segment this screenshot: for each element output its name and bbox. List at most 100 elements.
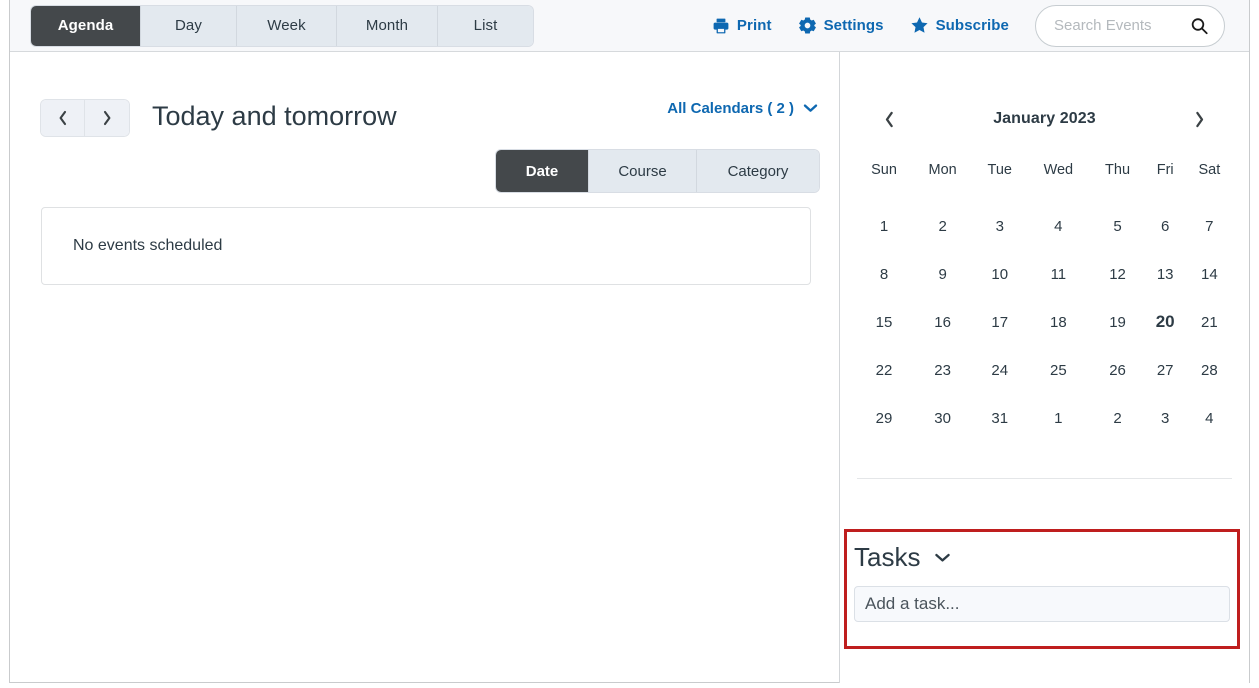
mini-calendar-day[interactable]: 30 xyxy=(912,394,973,442)
sidebar-divider xyxy=(857,478,1232,479)
mini-calendar-day[interactable]: 7 xyxy=(1186,202,1233,250)
top-toolbar: Agenda Day Week Month List Print Setting… xyxy=(10,0,1249,52)
mini-calendar-day[interactable]: 6 xyxy=(1145,202,1186,250)
weekday-header-row: Sun Mon Tue Wed Thu Fri Sat xyxy=(856,162,1233,202)
tab-day-label: Day xyxy=(175,17,202,34)
tab-list-label: List xyxy=(473,17,498,34)
agenda-header: Today and tomorrow xyxy=(10,52,839,136)
mini-calendar-week-row: 15 16 17 18 19 20 21 xyxy=(856,298,1233,346)
tab-agenda[interactable]: Agenda xyxy=(31,5,141,46)
mini-calendar-day[interactable]: 3 xyxy=(973,202,1026,250)
add-task-input[interactable] xyxy=(855,587,1229,621)
subscribe-label: Subscribe xyxy=(935,17,1009,34)
mini-calendar-day[interactable]: 17 xyxy=(973,298,1026,346)
mini-calendar-day[interactable]: 16 xyxy=(912,298,973,346)
mini-calendar-day[interactable]: 22 xyxy=(856,346,912,394)
weekday-sun: Sun xyxy=(871,162,897,178)
mini-calendar-day[interactable]: 28 xyxy=(1186,346,1233,394)
mini-calendar-week-row: 1234567 xyxy=(856,202,1233,250)
mini-calendar-day[interactable]: 4 xyxy=(1026,202,1090,250)
mini-calendar-day[interactable]: 8 xyxy=(856,250,912,298)
next-period-button[interactable] xyxy=(85,100,129,136)
mini-calendar-day[interactable]: 4 xyxy=(1186,394,1233,442)
mini-calendar-week-row: 8 9 10 11 12 13 14 xyxy=(856,250,1233,298)
add-task-field[interactable] xyxy=(854,586,1230,622)
mini-calendar-day[interactable]: 14 xyxy=(1186,250,1233,298)
mini-calendar-month-label: January 2023 xyxy=(993,110,1096,127)
mini-calendar: January 2023 Sun Mon Tue Wed Thu Fri Sat… xyxy=(840,52,1249,442)
tasks-header: Tasks xyxy=(847,532,1237,573)
page-title: Today and tomorrow xyxy=(152,101,397,131)
search-events-box[interactable] xyxy=(1035,4,1225,47)
previous-period-button[interactable] xyxy=(41,100,85,136)
tasks-panel: Tasks xyxy=(844,529,1240,649)
tab-group-course[interactable]: Course xyxy=(589,150,697,192)
tab-group-date[interactable]: Date xyxy=(496,150,589,192)
mini-calendar-day[interactable]: 25 xyxy=(1026,346,1090,394)
mini-calendar-day[interactable]: 24 xyxy=(973,346,1026,394)
tab-group-course-label: Course xyxy=(618,162,667,180)
all-calendars-dropdown[interactable]: All Calendars ( 2 ) xyxy=(667,100,818,117)
subscribe-button[interactable]: Subscribe xyxy=(910,16,1009,35)
mini-calendar-day[interactable]: 26 xyxy=(1090,346,1144,394)
mini-calendar-day[interactable]: 13 xyxy=(1145,250,1186,298)
tab-month[interactable]: Month xyxy=(337,5,438,46)
mini-calendar-day[interactable]: 20 xyxy=(1145,298,1186,346)
tasks-title: Tasks xyxy=(854,542,921,572)
settings-button[interactable]: Settings xyxy=(798,16,884,35)
mini-calendar-day[interactable]: 2 xyxy=(912,202,973,250)
settings-label: Settings xyxy=(823,17,884,34)
mini-calendar-day[interactable]: 11 xyxy=(1026,250,1090,298)
search-icon[interactable] xyxy=(1190,16,1209,35)
view-tab-group: Agenda Day Week Month List xyxy=(31,5,533,46)
weekday-fri: Fri xyxy=(1156,162,1174,178)
agenda-main-panel: Today and tomorrow All Calendars ( 2 ) D… xyxy=(10,52,840,683)
mini-calendar-day[interactable]: 10 xyxy=(973,250,1026,298)
date-nav-group xyxy=(41,100,129,136)
mini-calendar-day[interactable]: 1 xyxy=(856,202,912,250)
events-list-panel: No events scheduled xyxy=(41,207,811,285)
search-input[interactable] xyxy=(1036,5,1181,46)
tab-group-category[interactable]: Category xyxy=(697,150,819,192)
mini-calendar-day[interactable]: 5 xyxy=(1090,202,1144,250)
no-events-message: No events scheduled xyxy=(73,237,223,254)
mini-calendar-day[interactable]: 23 xyxy=(912,346,973,394)
mini-calendar-day[interactable]: 21 xyxy=(1186,298,1233,346)
mini-calendar-day[interactable]: 9 xyxy=(912,250,973,298)
sidebar-panel: January 2023 Sun Mon Tue Wed Thu Fri Sat… xyxy=(840,52,1249,683)
tab-week-label: Week xyxy=(267,17,306,34)
print-button[interactable]: Print xyxy=(712,17,772,35)
tab-agenda-label: Agenda xyxy=(57,17,114,34)
mini-calendar-day[interactable]: 3 xyxy=(1145,394,1186,442)
mini-calendar-day[interactable]: 29 xyxy=(856,394,912,442)
tab-day[interactable]: Day xyxy=(141,5,237,46)
page-body: Today and tomorrow All Calendars ( 2 ) D… xyxy=(10,52,1249,683)
mini-calendar-grid: Sun Mon Tue Wed Thu Fri Sat 1 2 3 4 5 6 7 8 9 10 1… xyxy=(856,162,1233,442)
star-icon xyxy=(910,16,929,35)
print-label: Print xyxy=(736,17,772,34)
mini-calendar-body: 1 2 3 4 5 6 7 8 9 10 11 12 13 14 15 16 17 18 19 20 21 22 23 24 2… xyxy=(856,202,1233,442)
mini-calendar-header: January 2023 xyxy=(856,108,1233,130)
tab-group-category-label: Category xyxy=(727,162,789,180)
chevron-down-icon[interactable] xyxy=(934,552,951,563)
mini-calendar-day[interactable]: 12 xyxy=(1090,250,1144,298)
grouping-tab-group: Date Course Category xyxy=(496,150,819,192)
mini-calendar-day[interactable]: 18 xyxy=(1026,298,1090,346)
mini-calendar-day[interactable]: 19 xyxy=(1090,298,1144,346)
tab-list[interactable]: List xyxy=(438,5,533,46)
next-month-button[interactable] xyxy=(1189,108,1211,130)
tab-month-label: Month xyxy=(365,17,409,34)
gear-icon xyxy=(798,16,817,35)
weekday-wed: Wed xyxy=(1043,162,1074,178)
mini-calendar-day[interactable]: 15 xyxy=(856,298,912,346)
mini-calendar-week-row: 29 30 31 1 2 3 4 xyxy=(856,394,1233,442)
weekday-tue: Tue xyxy=(987,162,1012,178)
mini-calendar-day[interactable]: 2 xyxy=(1090,394,1144,442)
all-calendars-label: All Calendars ( 2 ) xyxy=(667,100,794,117)
mini-calendar-week-row: 22 23 24 25 26 27 28 xyxy=(856,346,1233,394)
mini-calendar-day[interactable]: 31 xyxy=(973,394,1026,442)
mini-calendar-day[interactable]: 1 xyxy=(1026,394,1090,442)
previous-month-button[interactable] xyxy=(878,108,900,130)
mini-calendar-day[interactable]: 27 xyxy=(1145,346,1186,394)
tab-week[interactable]: Week xyxy=(237,5,337,46)
